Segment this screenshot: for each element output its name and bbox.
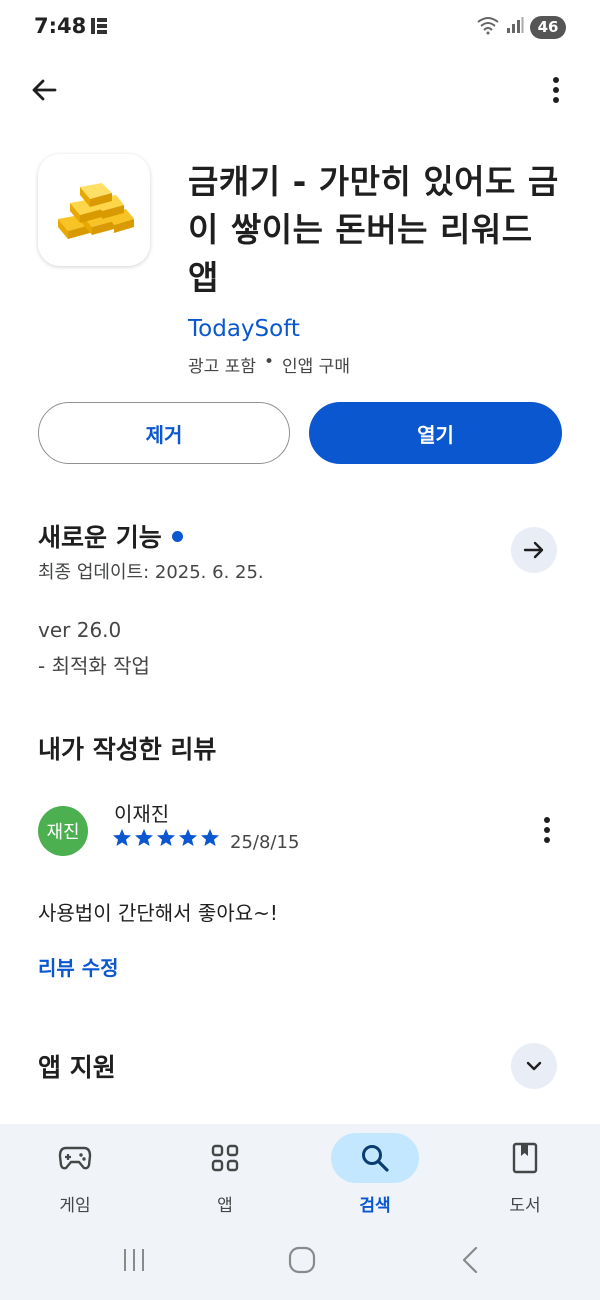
nav-apps[interactable]: 앱 — [150, 1124, 300, 1224]
star-icon — [201, 829, 219, 846]
avatar: 재진 — [38, 806, 88, 856]
wifi-icon — [476, 15, 500, 39]
nav-label: 게임 — [59, 1196, 91, 1216]
home-button[interactable] — [282, 1242, 322, 1278]
home-icon — [288, 1246, 316, 1274]
in-app-purchases-label: 인앱 구매 — [282, 357, 350, 377]
apps-grid-icon — [211, 1144, 239, 1172]
gold-bars-icon — [58, 183, 134, 239]
star-icon — [157, 829, 175, 846]
new-indicator-dot — [171, 530, 183, 542]
recents-button[interactable] — [114, 1242, 154, 1278]
release-note-line: ver 26.0 — [38, 618, 122, 642]
status-icons: 46 — [476, 15, 566, 39]
more-vert-icon — [544, 817, 550, 843]
nav-label: 앱 — [217, 1196, 233, 1216]
open-button[interactable]: 열기 — [309, 402, 562, 464]
nav-books[interactable]: 도서 — [450, 1124, 600, 1224]
app-icon — [38, 154, 150, 266]
whats-new-heading: 새로운 기능 — [38, 518, 183, 554]
status-bar: 7:48 46 — [0, 0, 600, 56]
my-review-heading: 내가 작성한 리뷰 — [38, 735, 217, 764]
expand-more-icon — [526, 1061, 542, 1071]
battery-icon: 46 — [530, 15, 566, 39]
star-icon — [135, 829, 153, 846]
nav-search[interactable]: 검색 — [300, 1124, 450, 1224]
app-support-expand-button[interactable] — [511, 1043, 557, 1089]
review-more-button[interactable] — [532, 812, 562, 848]
signal-icon — [506, 16, 524, 38]
review-date: 25/8/15 — [230, 832, 300, 853]
nav-label: 도서 — [509, 1196, 541, 1216]
more-vert-icon — [553, 77, 559, 103]
status-time: 7:48 — [34, 14, 87, 38]
star-rating — [112, 828, 220, 848]
release-note-line: - 최적화 작업 — [38, 654, 150, 678]
uninstall-button[interactable]: 제거 — [38, 402, 290, 464]
system-navigation-bar — [0, 1230, 600, 1290]
whats-new-arrow-button[interactable] — [511, 527, 557, 573]
nav-label: 검색 — [359, 1196, 391, 1216]
app-title: 금캐기 - 가만히 있어도 금이 쌓이는 돈버는 리워드 앱 — [188, 162, 559, 297]
developer-link[interactable]: TodaySoft — [188, 316, 300, 342]
recents-icon — [124, 1249, 144, 1271]
app-meta: 광고 포함 • 인앱 구매 — [188, 352, 350, 377]
whats-new-title: 새로운 기능 — [38, 523, 162, 552]
notification-icon — [90, 17, 108, 35]
reviewer-name: 이재진 — [114, 802, 170, 826]
app-support-heading: 앱 지원 — [38, 1053, 116, 1082]
back-button[interactable] — [26, 72, 62, 108]
contains-ads-label: 광고 포함 — [188, 357, 256, 377]
review-text: 사용법이 간단해서 좋아요~! — [38, 901, 278, 925]
book-icon — [512, 1142, 538, 1174]
search-icon — [362, 1145, 389, 1172]
star-icon — [113, 829, 131, 846]
arrow-forward-icon — [523, 541, 544, 559]
star-icon — [179, 829, 197, 846]
back-arrow-icon — [32, 79, 57, 101]
system-back-button[interactable] — [450, 1242, 490, 1278]
edit-review-link[interactable]: 리뷰 수정 — [38, 952, 119, 981]
back-icon — [462, 1246, 478, 1274]
gamepad-icon — [58, 1146, 92, 1170]
meta-separator: • — [263, 352, 274, 372]
nav-games[interactable]: 게임 — [0, 1124, 150, 1224]
release-notes: ver 26.0 - 최적화 작업 — [38, 612, 150, 684]
last-updated: 최종 업데이트: 2025. 6. 25. — [38, 562, 264, 583]
more-options-button[interactable] — [538, 72, 574, 108]
